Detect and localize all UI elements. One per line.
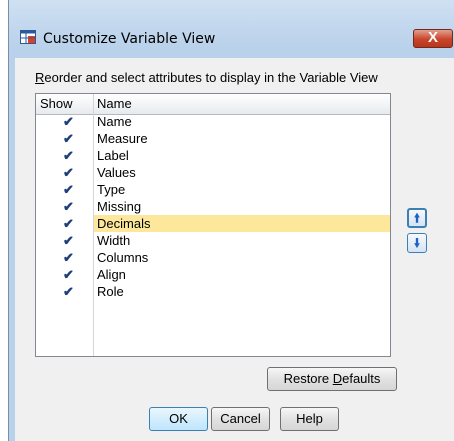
attribute-name-cell[interactable]: Name <box>94 113 390 130</box>
instruction-text: eorder and select attributes to display … <box>44 70 378 85</box>
show-checkbox[interactable]: ✔ <box>62 149 75 162</box>
attribute-name-cell[interactable]: Align <box>94 266 390 283</box>
restore-defaults-mnemonic: D <box>332 371 343 386</box>
attribute-name-cell[interactable]: Missing <box>94 198 390 215</box>
customize-variable-view-dialog: Customize Variable View X Reorder and se… <box>8 0 454 441</box>
instruction-mnemonic: R <box>35 70 45 85</box>
close-button[interactable]: X <box>413 29 453 48</box>
grid-row[interactable]: ✔ Measure <box>36 130 390 147</box>
title-bar[interactable]: Customize Variable View X <box>9 0 454 48</box>
attribute-name-cell[interactable]: Width <box>94 232 390 249</box>
grid-row[interactable]: ✔ Columns <box>36 249 390 266</box>
restore-defaults-prefix: Restore <box>283 371 333 386</box>
show-checkbox[interactable]: ✔ <box>62 200 75 213</box>
grid-row[interactable]: ✔ Values <box>36 164 390 181</box>
attribute-name-cell[interactable]: Role <box>94 283 390 300</box>
show-checkbox[interactable]: ✔ <box>62 285 75 298</box>
attribute-name-cell[interactable]: Label <box>94 147 390 164</box>
move-down-button[interactable]: 🠛 <box>407 233 427 253</box>
name-column-header[interactable]: Name <box>97 96 132 111</box>
dialog-body: Reorder and select attributes to display… <box>15 58 454 441</box>
show-checkbox[interactable]: ✔ <box>62 217 75 230</box>
grid-header: Show Name <box>36 94 390 115</box>
ok-button[interactable]: OK <box>149 407 208 431</box>
up-arrow-icon: 🠙 <box>413 211 420 225</box>
grid-row[interactable]: ✔ Type <box>36 181 390 198</box>
show-checkbox[interactable]: ✔ <box>62 183 75 196</box>
attributes-grid[interactable]: Show Name ✔ Name ✔ Measure ✔ Label ✔ Values ✔ Typ… <box>35 93 391 357</box>
table-icon <box>20 30 36 44</box>
grid-row[interactable]: ✔ Role <box>36 283 390 300</box>
grid-row[interactable]: ✔ Width <box>36 232 390 249</box>
cancel-button[interactable]: Cancel <box>211 407 270 431</box>
close-icon: X <box>427 29 438 46</box>
attribute-name-cell[interactable]: Measure <box>94 130 390 147</box>
grid-row[interactable]: ✔ Decimals <box>36 215 390 232</box>
down-arrow-icon: 🠛 <box>413 236 420 250</box>
window-title: Customize Variable View <box>43 31 216 47</box>
grid-row[interactable]: ✔ Label <box>36 147 390 164</box>
grid-row[interactable]: ✔ Align <box>36 266 390 283</box>
move-up-button[interactable]: 🠙 <box>407 208 427 228</box>
attribute-name-cell[interactable]: Type <box>94 181 390 198</box>
restore-defaults-button[interactable]: Restore Defaults <box>267 367 397 391</box>
grid-row[interactable]: ✔ Name <box>36 113 390 130</box>
attribute-name-cell[interactable]: Decimals <box>94 215 390 232</box>
show-checkbox[interactable]: ✔ <box>62 132 75 145</box>
show-column-header[interactable]: Show <box>40 96 73 111</box>
show-checkbox[interactable]: ✔ <box>62 166 75 179</box>
show-checkbox[interactable]: ✔ <box>62 268 75 281</box>
show-checkbox[interactable]: ✔ <box>62 234 75 247</box>
show-checkbox[interactable]: ✔ <box>62 251 75 264</box>
attribute-name-cell[interactable]: Values <box>94 164 390 181</box>
attribute-name-cell[interactable]: Columns <box>94 249 390 266</box>
grid-row[interactable]: ✔ Missing <box>36 198 390 215</box>
restore-defaults-suffix: efaults <box>342 371 381 386</box>
help-button[interactable]: Help <box>280 407 339 431</box>
instruction-label: Reorder and select attributes to display… <box>35 70 378 85</box>
show-checkbox[interactable]: ✔ <box>62 115 75 128</box>
